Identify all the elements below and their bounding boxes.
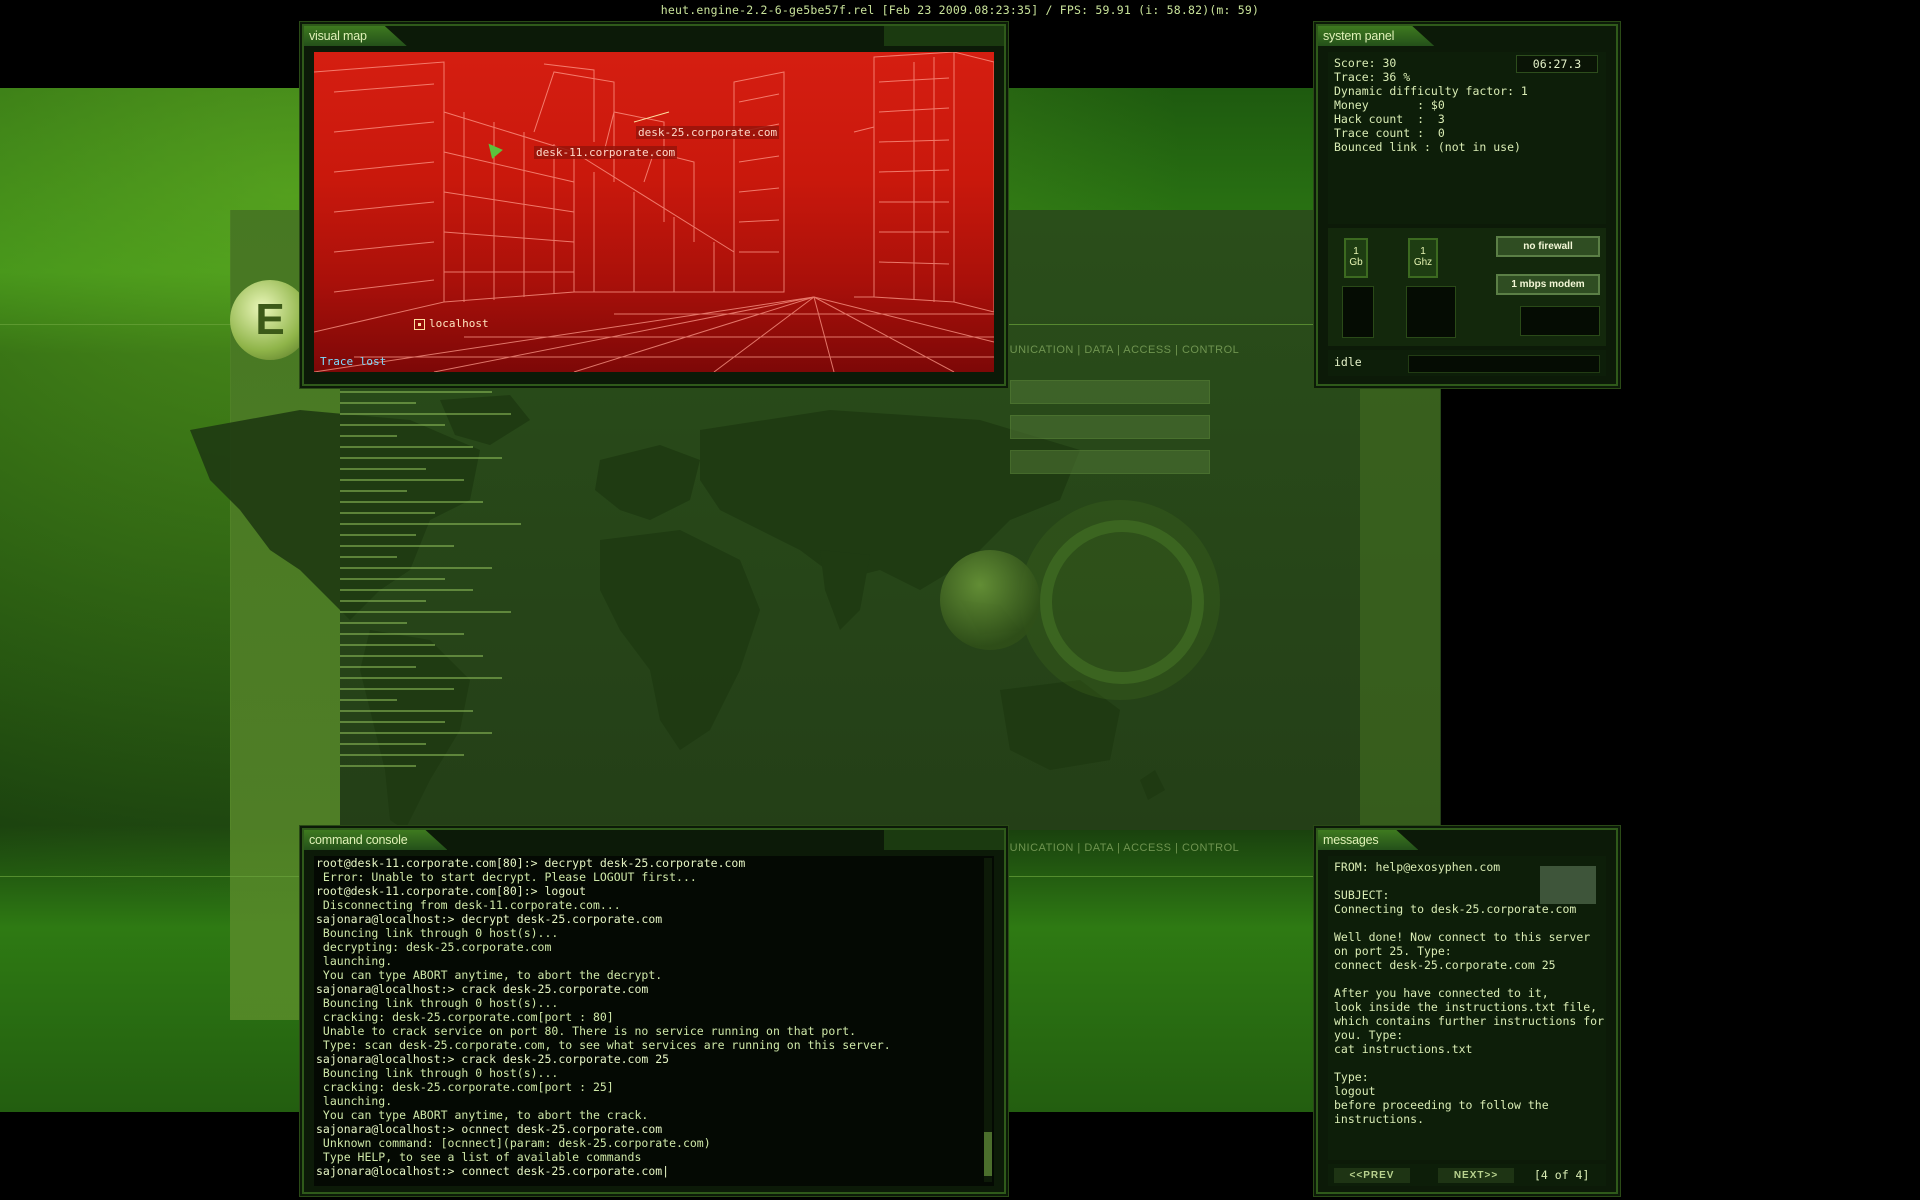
console-output-line: Bouncing link through 0 host(s)...	[316, 926, 559, 940]
console-command-line: root@desk-11.corporate.com[80]:> decrypt…	[316, 856, 746, 870]
task-progress-bar	[1408, 355, 1600, 373]
localhost-node-icon[interactable]	[414, 319, 425, 330]
console-scrollbar-thumb[interactable]	[984, 1132, 992, 1176]
empty-expansion-slot[interactable]	[1520, 306, 1600, 336]
background-field	[1010, 380, 1210, 404]
console-output-line: cracking: desk-25.corporate.com[port : 8…	[316, 1010, 614, 1024]
trace-status: Trace lost	[320, 355, 387, 368]
next-message-button[interactable]: NEXT>>	[1438, 1168, 1514, 1183]
console-scrollbar[interactable]	[984, 858, 992, 1182]
console-lines: root@desk-11.corporate.com[80]:> decrypt…	[314, 856, 994, 1178]
engine-status-bar: heut.engine-2.2-6-ge5be57f.rel [Feb 23 2…	[660, 3, 1260, 17]
message-line: logout	[1334, 1084, 1376, 1098]
map-viewport[interactable]: desk-25.corporate.com desk-11.corporate.…	[314, 52, 994, 372]
modem-slot[interactable]: 1 mbps modem	[1496, 274, 1600, 295]
system-panel-title: system panel	[1318, 26, 1434, 46]
system-stats: 06:27.3 Score: 30 Trace: 36 % Dynamic di…	[1328, 52, 1606, 224]
console-output-line: Error: Unable to start decrypt. Please L…	[316, 870, 697, 884]
message-body: FROM: help@exosyphen.com SUBJECT: Connecti…	[1328, 856, 1606, 1160]
console-output-line: Unable to crack service on port 80. Ther…	[316, 1024, 857, 1038]
console-output-line: launching.	[316, 1094, 393, 1108]
message-line: instructions.	[1334, 1112, 1425, 1126]
message-line: you. Type:	[1334, 1028, 1404, 1042]
background-field	[1010, 450, 1210, 474]
background-field	[1010, 415, 1210, 439]
console-command-line: sajonara@localhost:> ocnnect desk-25.cor…	[316, 1122, 663, 1136]
console-output[interactable]: root@desk-11.corporate.com[80]:> decrypt…	[314, 856, 994, 1186]
message-line	[1328, 1056, 1606, 1070]
panel-title-strip	[884, 26, 1004, 46]
system-panel: system panel 06:27.3 Score: 30 Trace: 36…	[1316, 24, 1618, 386]
system-status: idle	[1334, 355, 1362, 369]
prev-message-button[interactable]: <<PREV	[1334, 1168, 1410, 1183]
empty-memory-slot[interactable]	[1342, 286, 1374, 338]
stat-difficulty: Dynamic difficulty factor: 1	[1334, 84, 1528, 98]
map-node-localhost[interactable]: localhost	[427, 317, 491, 330]
background-tagline: MUNICATION | DATA | ACCESS | CONTROL	[1000, 344, 1240, 356]
visual-map-panel: visual map desk-25.corporate.com desk-11…	[302, 24, 1006, 386]
stat-bounced-link: Bounced link : (not in use)	[1334, 140, 1521, 154]
command-console-title: command console	[304, 830, 447, 850]
system-status-row: idle	[1328, 350, 1606, 376]
memory-chip[interactable]: 1 Gb	[1344, 238, 1368, 278]
cpu-chip[interactable]: 1 Ghz	[1408, 238, 1438, 278]
message-line: Type:	[1334, 1070, 1369, 1084]
background-tagline: MUNICATION | DATA | ACCESS | CONTROL	[1000, 842, 1240, 854]
message-line: After you have connected to it,	[1334, 986, 1549, 1000]
console-output-line: Bouncing link through 0 host(s)...	[316, 996, 559, 1010]
console-output-line: You can type ABORT anytime, to abort the…	[316, 968, 663, 982]
panel-title-strip	[884, 830, 1004, 850]
messages-panel: messages FROM: help@exosyphen.com SUBJECT…	[1316, 828, 1618, 1194]
firewall-slot[interactable]: no firewall	[1496, 236, 1600, 257]
console-output-line: cracking: desk-25.corporate.com[port : 2…	[316, 1080, 614, 1094]
console-command-line: sajonara@localhost:> connect desk-25.cor…	[316, 1164, 670, 1178]
console-command-line: root@desk-11.corporate.com[80]:> logout	[316, 884, 587, 898]
map-node-desk-11[interactable]: desk-11.corporate.com	[534, 146, 678, 159]
message-line: Connecting to desk-25.corporate.com	[1334, 902, 1577, 916]
message-navigation: <<PREV NEXT>> [4 of 4]	[1328, 1164, 1606, 1186]
logo: E	[230, 280, 310, 360]
message-line	[1328, 972, 1606, 986]
stat-trace-count: Trace count : 0	[1334, 126, 1445, 140]
sender-avatar	[1540, 866, 1596, 904]
message-line: look inside the instructions.txt file,	[1334, 1000, 1598, 1014]
console-output-line: launching.	[316, 954, 393, 968]
message-line: Well done! Now connect to this server	[1334, 930, 1591, 944]
logo-letter: E	[255, 295, 285, 344]
message-line: before proceeding to follow the	[1334, 1098, 1549, 1112]
console-output-line: You can type ABORT anytime, to abort the…	[316, 1108, 649, 1122]
console-command-line: sajonara@localhost:> decrypt desk-25.cor…	[316, 912, 663, 926]
message-line: which contains further instructions for	[1334, 1014, 1605, 1028]
background-code	[340, 380, 530, 820]
visual-map-title: visual map	[304, 26, 407, 46]
background-column-right	[1360, 360, 1440, 830]
cpu-chip-unit: Ghz	[1413, 257, 1433, 268]
console-command-line: sajonara@localhost:> crack desk-25.corpo…	[316, 982, 649, 996]
console-output-line: Bouncing link through 0 host(s)...	[316, 1066, 559, 1080]
console-command-line: sajonara@localhost:> crack desk-25.corpo…	[316, 1052, 670, 1066]
hardware-board: 1 Gb 1 Ghz no firewall 1 mbps modem	[1328, 228, 1606, 346]
message-page-indicator: [4 of 4]	[1534, 1168, 1590, 1182]
map-node-desk-25[interactable]: desk-25.corporate.com	[636, 126, 780, 139]
memory-chip-value: 1	[1353, 246, 1359, 257]
console-output-line: Disconnecting from desk-11.corporate.com…	[316, 898, 621, 912]
globe-icon	[940, 550, 1040, 650]
game-clock: 06:27.3	[1516, 55, 1598, 73]
console-output-line: Unknown command: [ocnnect](param: desk-2…	[316, 1136, 711, 1150]
messages-title: messages	[1318, 830, 1418, 850]
message-line	[1328, 916, 1606, 930]
cpu-chip-value: 1	[1420, 246, 1426, 257]
stat-hack-count: Hack count : 3	[1334, 112, 1445, 126]
message-line: cat instructions.txt	[1334, 1042, 1473, 1056]
console-output-line: Type: scan desk-25.corporate.com, to see…	[316, 1038, 891, 1052]
empty-cpu-slot[interactable]	[1406, 286, 1456, 338]
message-line: connect desk-25.corporate.com 25	[1334, 958, 1556, 972]
message-line: on port 25. Type:	[1334, 944, 1452, 958]
stat-money: Money : $0	[1334, 98, 1445, 112]
memory-chip-unit: Gb	[1349, 257, 1363, 268]
console-output-line: Type HELP, to see a list of available co…	[316, 1150, 642, 1164]
command-console-panel: command console root@desk-11.corporate.c…	[302, 828, 1006, 1194]
console-output-line: decrypting: desk-25.corporate.com	[316, 940, 552, 954]
crosshair-dial-icon	[1040, 520, 1204, 684]
